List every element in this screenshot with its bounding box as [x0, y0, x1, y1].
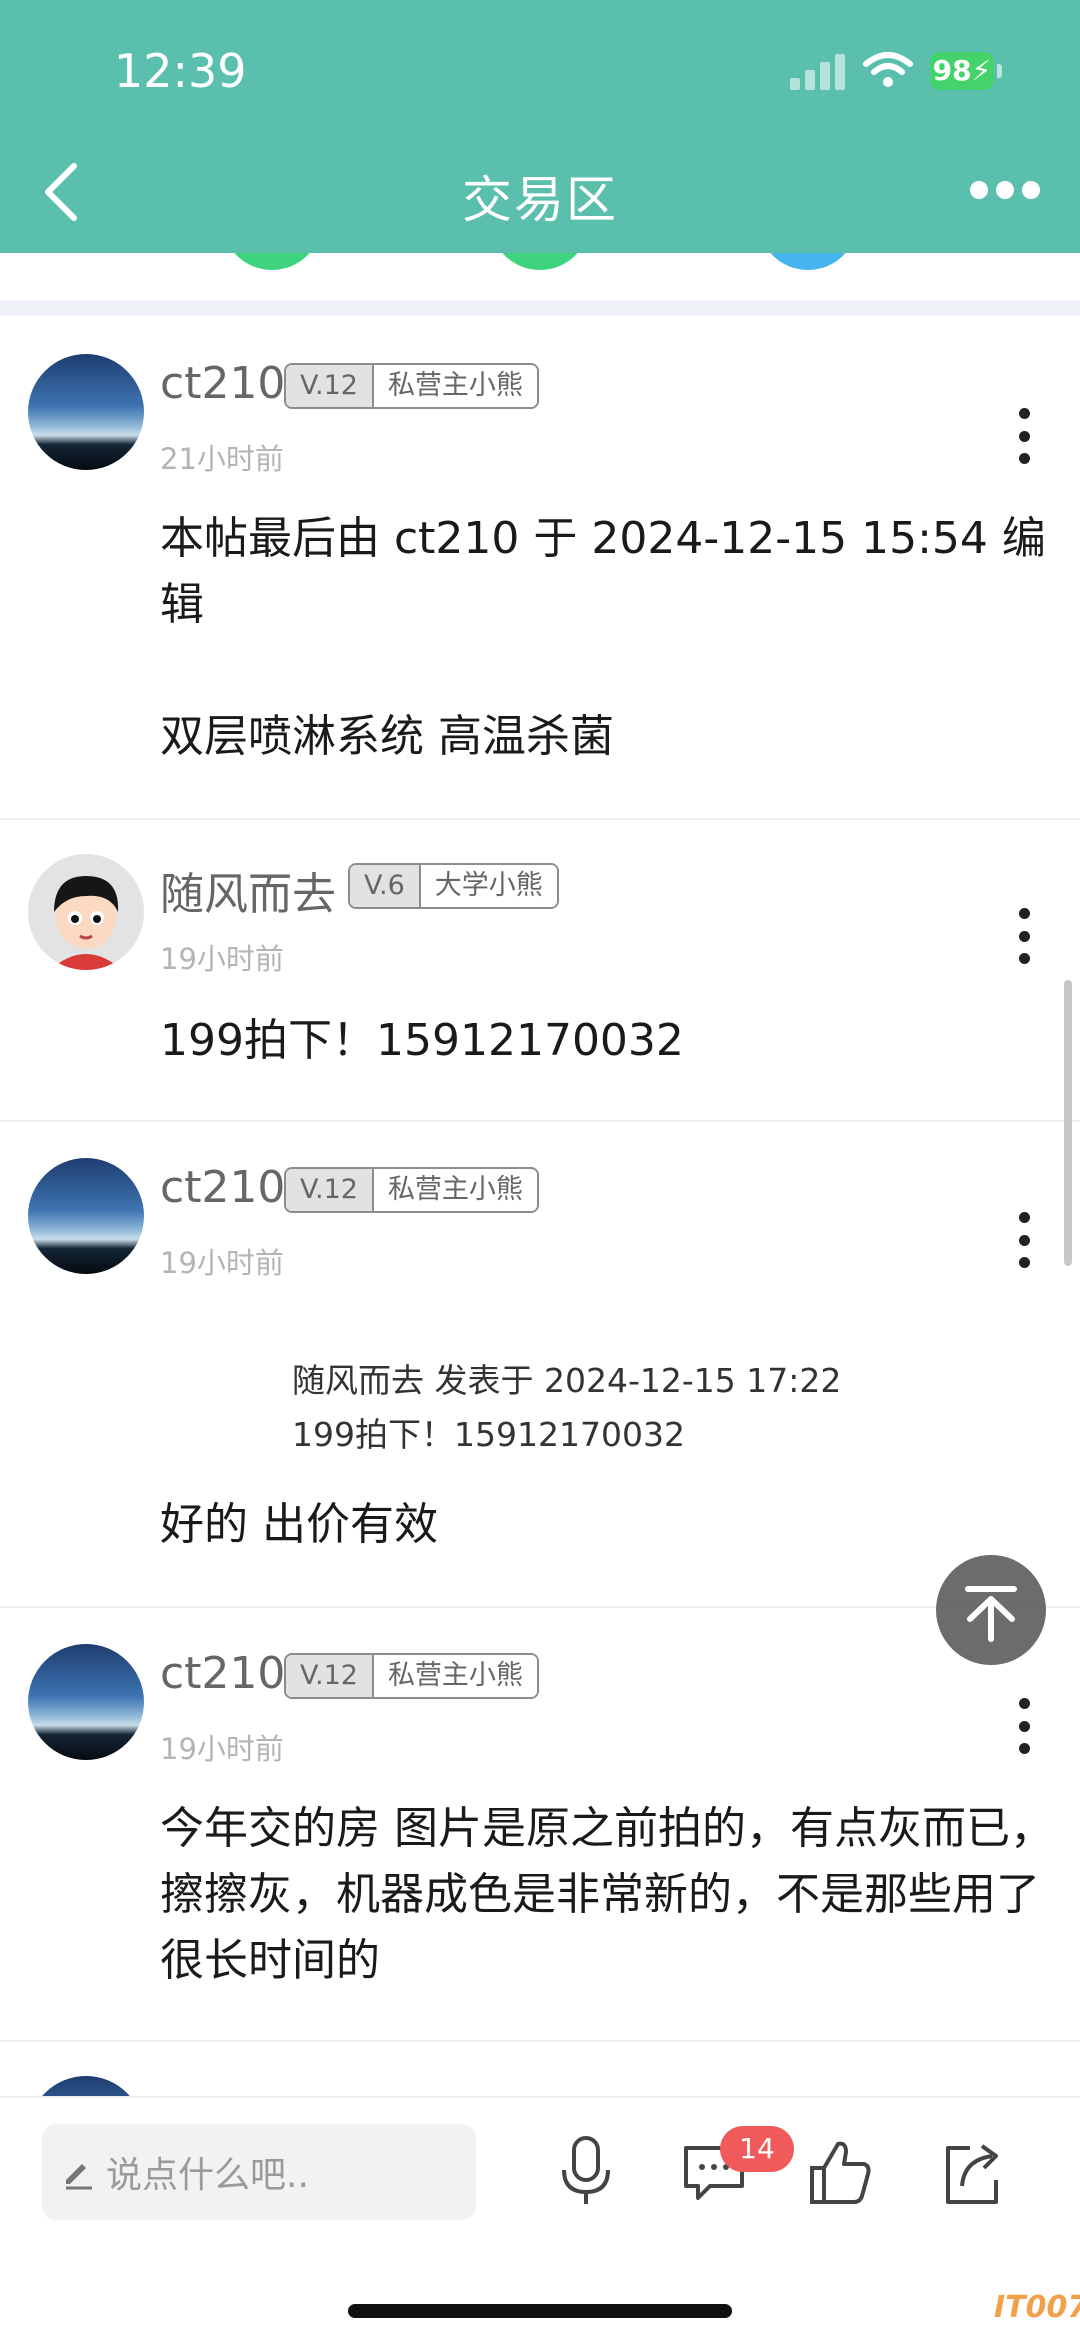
cartoon-face-icon: [28, 854, 144, 970]
status-time: 12:39: [114, 44, 247, 98]
more-options-icon[interactable]: [970, 172, 1046, 208]
app-header: 12:39 98⚡ 交易区: [0, 0, 1080, 253]
level-label: V.6: [350, 865, 421, 907]
quote-content-line: 199拍下！15912170032: [292, 1415, 685, 1454]
post-time: 19小时前: [160, 1732, 284, 1766]
quote-author-line: 随风而去 发表于 2024-12-15 17:22: [292, 1361, 842, 1400]
post-menu-icon[interactable]: [1006, 1698, 1042, 1754]
avatar[interactable]: [28, 1158, 144, 1274]
post-item: ct210 V.12 私营主小熊 19小时前 随风而去 发表于 2024-12-…: [0, 1122, 1080, 1608]
post-item: 随风而去 V.6 大学小熊 19小时前 199拍下！15912170032: [0, 820, 1080, 1122]
username[interactable]: ct210: [160, 1648, 285, 1699]
rank-title: 大学小熊: [420, 865, 557, 907]
post-item: ct210 V.12 私营主小熊 21小时前 本帖最后由 ct210 于 202…: [0, 316, 1080, 820]
like-thumb-icon[interactable]: [806, 2134, 876, 2210]
section-divider: [0, 300, 1080, 316]
pencil-icon: [66, 2164, 92, 2190]
post-time: 19小时前: [160, 942, 284, 976]
user-level-badge: V.12 私营主小熊: [284, 1653, 539, 1699]
post-time: 21小时前: [160, 442, 284, 476]
battery-level: 98: [932, 54, 972, 87]
avatar[interactable]: [28, 354, 144, 470]
user-level-badge: V.6 大学小熊: [348, 863, 559, 909]
avatar[interactable]: [28, 1644, 144, 1760]
rank-title: 私营主小熊: [373, 1169, 537, 1211]
username[interactable]: ct210: [160, 1162, 285, 1213]
share-icon[interactable]: [940, 2134, 1006, 2210]
battery-tip: [997, 64, 1002, 78]
rank-title: 私营主小熊: [373, 365, 537, 407]
post-menu-icon[interactable]: [1006, 1212, 1042, 1268]
level-label: V.12: [286, 365, 374, 407]
level-label: V.12: [286, 1655, 374, 1697]
comment-count-badge: 14: [720, 2126, 794, 2172]
page-title: 交易区: [462, 171, 618, 229]
level-label: V.12: [286, 1169, 374, 1211]
battery-indicator: 98⚡: [930, 52, 994, 90]
wifi-icon: [863, 52, 913, 87]
microphone-icon[interactable]: [554, 2134, 618, 2210]
username[interactable]: ct210: [160, 358, 285, 409]
arrow-up-icon: [965, 1586, 1017, 1642]
username[interactable]: 随风而去: [160, 858, 336, 922]
post-item: ct210 V.12 私营主小熊 19小时前 今年交的房 图片是原之前拍的，有点…: [0, 1608, 1080, 2042]
post-content: 好的 出价有效: [160, 1499, 438, 1550]
back-to-top-button[interactable]: [936, 1555, 1046, 1665]
avatar[interactable]: [28, 854, 144, 970]
input-placeholder: 说点什么吧..: [106, 2155, 309, 2196]
watermark-logo: IT007: [994, 2290, 1080, 2325]
user-level-badge: V.12 私营主小熊: [284, 1167, 539, 1213]
scrollbar[interactable]: [1064, 980, 1072, 1266]
post-menu-icon[interactable]: [1006, 908, 1042, 964]
cellular-signal-icon: [790, 54, 846, 90]
post-menu-icon[interactable]: [1006, 408, 1042, 464]
user-level-badge: V.12 私营主小熊: [284, 363, 539, 409]
home-indicator: [348, 2304, 732, 2318]
post-content: 199拍下！15912170032: [160, 1015, 684, 1066]
post-content: 本帖最后由 ct210 于 2024-12-15 15:54 编辑 双层喷淋系统…: [160, 513, 1046, 762]
rank-title: 私营主小熊: [373, 1655, 537, 1697]
comment-input[interactable]: 说点什么吧..: [42, 2124, 476, 2220]
post-content: 今年交的房 图片是原之前拍的，有点灰而已，擦擦灰，机器成色是非常新的，不是那些用…: [160, 1803, 1054, 1986]
post-time: 19小时前: [160, 1246, 284, 1280]
